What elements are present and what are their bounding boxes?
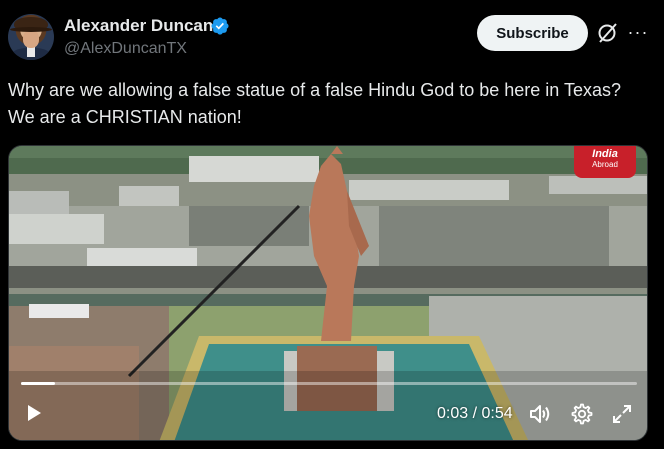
duration: 0:54 (481, 405, 513, 422)
video-frame (9, 146, 647, 440)
post-header: Alexander Duncan @AlexDuncanTX Subscribe… (0, 0, 664, 70)
more-icon[interactable]: ··· (626, 20, 650, 44)
watermark-line2: Abroad (592, 160, 618, 169)
subscribe-button[interactable]: Subscribe (477, 15, 588, 51)
fullscreen-icon[interactable] (610, 402, 634, 426)
verified-badge-icon (211, 17, 229, 35)
grok-icon[interactable] (596, 21, 620, 45)
author-handle[interactable]: @AlexDuncanTX (64, 40, 187, 58)
watermark-line1: India (592, 148, 618, 160)
author-name[interactable]: Alexander Duncan (64, 16, 213, 36)
progress-bar[interactable] (21, 382, 637, 385)
progress-fill (21, 382, 55, 385)
volume-icon[interactable] (528, 402, 552, 426)
settings-icon[interactable] (569, 402, 593, 426)
play-icon[interactable] (21, 401, 45, 425)
time-separator: / (468, 405, 482, 422)
watermark-logo: India Abroad (574, 146, 636, 178)
time-display: 0:03 / 0:54 (437, 405, 513, 423)
current-time: 0:03 (437, 405, 469, 422)
video-player[interactable]: India Abroad 0:03 / 0:54 (8, 145, 648, 441)
avatar[interactable] (8, 14, 54, 60)
post-text: Why are we allowing a false statue of a … (8, 80, 622, 127)
